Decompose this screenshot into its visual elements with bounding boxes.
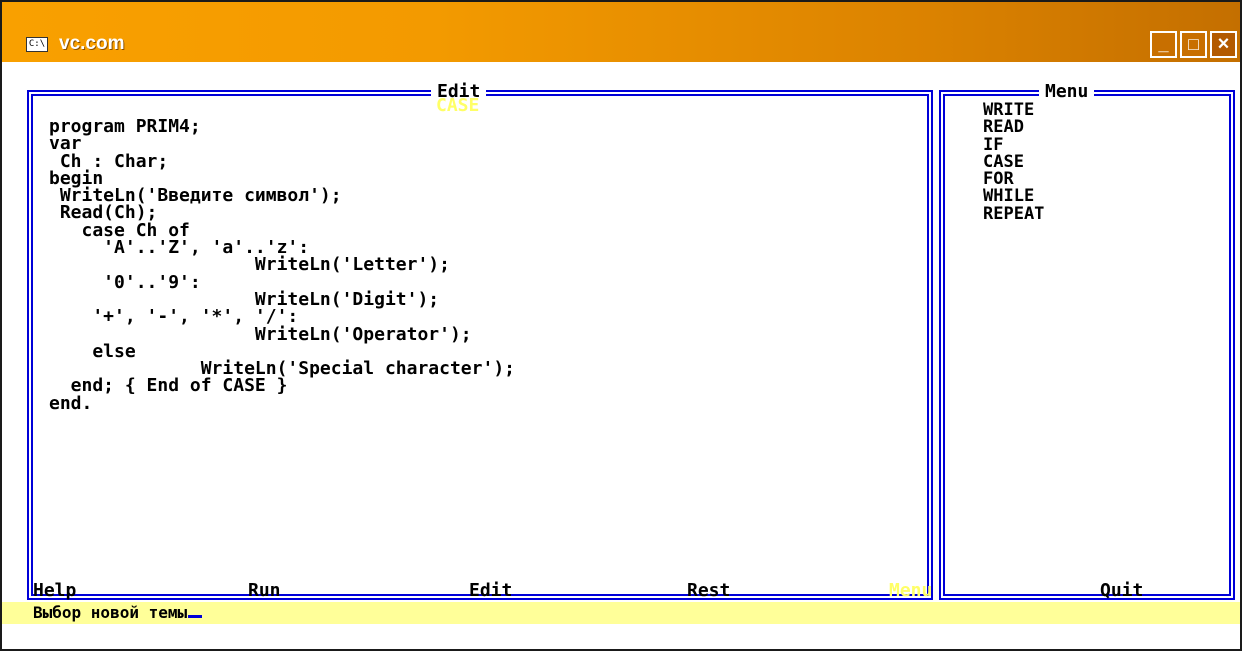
status-bar: Выбор новой темы — [2, 602, 1240, 624]
maximize-button[interactable]: □ — [1180, 31, 1207, 58]
console-area[interactable]: Edit CASE program PRIM4; var Ch : Char; be… — [2, 62, 1240, 649]
menu-list: WRITE READ IF CASE FOR WHILE REPEAT — [983, 101, 1044, 223]
console-icon[interactable]: C:\ — [26, 37, 48, 52]
code-editor[interactable]: program PRIM4; var Ch : Char; begin WriteL… — [49, 116, 515, 414]
menu-command[interactable]: Menu — [889, 580, 932, 602]
function-bar: Help Run Edit Rest Menu Quit — [2, 580, 1240, 602]
title-bar[interactable]: C:\ vc.com _ □ × — [2, 2, 1240, 62]
rest-command[interactable]: Rest — [687, 580, 730, 602]
run-command[interactable]: Run — [248, 580, 281, 602]
window-title: vc.com — [59, 33, 125, 54]
code-line: Ch : Char; — [49, 150, 169, 172]
status-text: Выбор новой темы — [33, 603, 188, 622]
status-line[interactable]: Выбор новой темы — [33, 602, 203, 624]
menu-item-repeat[interactable]: REPEAT — [983, 205, 1044, 223]
quit-command[interactable]: Quit — [1100, 580, 1143, 602]
help-command[interactable]: Help — [33, 580, 76, 602]
code-line: program PRIM4; — [49, 116, 201, 137]
menu-panel-title: Menu — [1039, 82, 1095, 102]
text-cursor — [188, 615, 203, 618]
edit-panel-subtitle: CASE — [436, 95, 480, 116]
close-button[interactable]: × — [1210, 31, 1237, 58]
console-window: C:\ vc.com _ □ × Edit CASE program PRIM4… — [0, 0, 1242, 651]
code-line: var — [49, 133, 82, 155]
code-line: end; { End of CASE } — [49, 375, 288, 397]
code-line: '+', '-', '*', '/': — [49, 306, 299, 328]
menu-item-read[interactable]: READ — [983, 118, 1044, 136]
minimize-button[interactable]: _ — [1150, 31, 1177, 58]
edit-command[interactable]: Edit — [469, 580, 512, 602]
code-line: end. — [49, 392, 93, 414]
